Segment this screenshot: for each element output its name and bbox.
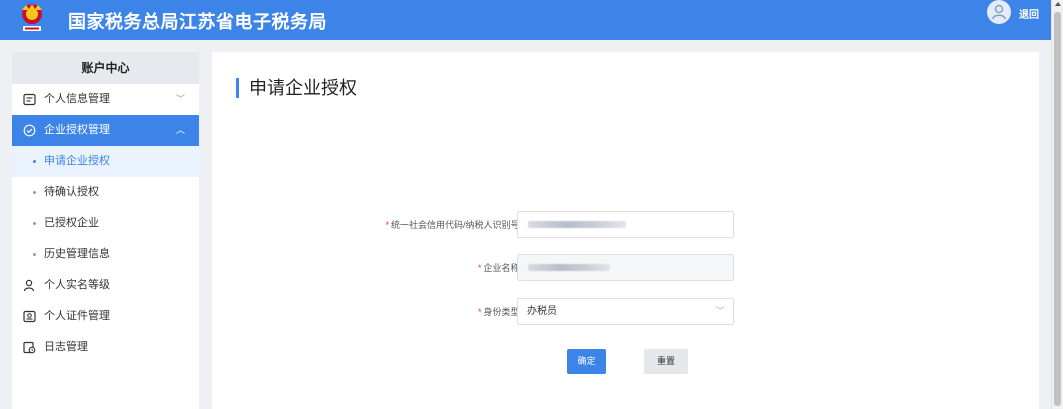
company-name-field bbox=[517, 254, 734, 281]
sidebar-subitem-pending-auth[interactable]: 待确认授权 bbox=[12, 177, 199, 208]
tax-bureau-logo bbox=[17, 2, 47, 34]
confirm-button[interactable]: 确定 bbox=[567, 349, 606, 374]
sidebar-item-label: 个人证件管理 bbox=[44, 310, 110, 322]
scroll-thumb[interactable] bbox=[1054, 12, 1061, 406]
sidebar-item-personal-info[interactable]: 个人信息管理 ﹀ bbox=[12, 84, 199, 115]
chevron-up-icon: ︿ bbox=[175, 125, 185, 135]
id-card-icon bbox=[23, 310, 36, 323]
identity-type-value: 办税员 bbox=[527, 306, 557, 317]
shield-check-icon bbox=[23, 124, 36, 137]
chevron-down-icon: ﹀ bbox=[175, 94, 185, 104]
required-mark: * bbox=[385, 220, 389, 230]
identity-type-row: * 身份类型: 办税员 ﹀ bbox=[212, 298, 1039, 326]
required-mark: * bbox=[477, 263, 482, 273]
page-scrollbar[interactable] bbox=[1051, 0, 1063, 409]
company-name-label: * 企业名称: bbox=[477, 263, 522, 273]
site-title: 国家税务总局江苏省电子税务局 bbox=[68, 12, 327, 32]
scroll-up-arrow-icon[interactable] bbox=[1055, 2, 1061, 6]
sidebar-title: 账户中心 bbox=[12, 52, 199, 84]
main-panel: 申请企业授权 * 统一社会信用代码/纳税人识别号: * 企业名称: * 身份类型: 办… bbox=[212, 52, 1039, 409]
sidebar-subitem-apply-auth[interactable]: 申请企业授权 bbox=[12, 146, 199, 177]
user-icon bbox=[992, 4, 1006, 20]
sidebar-item-label: 日志管理 bbox=[44, 341, 88, 353]
redacted-value bbox=[528, 221, 626, 228]
top-bar: 国家税务总局江苏省电子税务局 退回 bbox=[0, 0, 1063, 40]
redacted-value bbox=[528, 264, 610, 271]
log-icon bbox=[23, 341, 36, 354]
page-title: 申请企业授权 bbox=[236, 78, 357, 98]
logout-button[interactable]: 退回 bbox=[1019, 6, 1039, 21]
reset-button[interactable]: 重置 bbox=[644, 349, 688, 374]
sidebar-item-real-name-level[interactable]: 个人实名等级 bbox=[12, 270, 199, 301]
credit-code-label: * 统一社会信用代码/纳税人识别号: bbox=[385, 220, 522, 230]
user-avatar[interactable] bbox=[987, 0, 1011, 24]
sidebar-item-enterprise-auth[interactable]: 企业授权管理 ︿ bbox=[12, 115, 199, 146]
required-mark: * bbox=[477, 307, 482, 317]
credit-code-row: * 统一社会信用代码/纳税人识别号: bbox=[212, 211, 1039, 239]
credit-code-input[interactable] bbox=[517, 211, 734, 238]
sidebar-subitem-authorized-companies[interactable]: 已授权企业 bbox=[12, 208, 199, 239]
identity-type-label: * 身份类型: bbox=[477, 307, 522, 317]
sidebar-item-label: 企业授权管理 bbox=[44, 124, 110, 136]
sidebar-item-log-management[interactable]: 日志管理 bbox=[12, 332, 199, 363]
sidebar-item-label: 个人信息管理 bbox=[44, 93, 110, 105]
company-name-row: * 企业名称: bbox=[212, 254, 1039, 282]
sidebar: 账户中心 个人信息管理 ﹀ 企业授权管理 ︿ 申请企业授权 待确认授权 已授权企… bbox=[12, 52, 199, 409]
sidebar-item-label: 个人实名等级 bbox=[44, 279, 110, 291]
user-level-icon bbox=[23, 279, 35, 292]
sidebar-subitem-history[interactable]: 历史管理信息 bbox=[12, 239, 199, 270]
person-info-icon bbox=[23, 93, 36, 106]
chevron-down-icon: ﹀ bbox=[715, 306, 725, 316]
identity-type-select[interactable]: 办税员 ﹀ bbox=[517, 298, 734, 325]
sidebar-item-id-management[interactable]: 个人证件管理 bbox=[12, 301, 199, 332]
